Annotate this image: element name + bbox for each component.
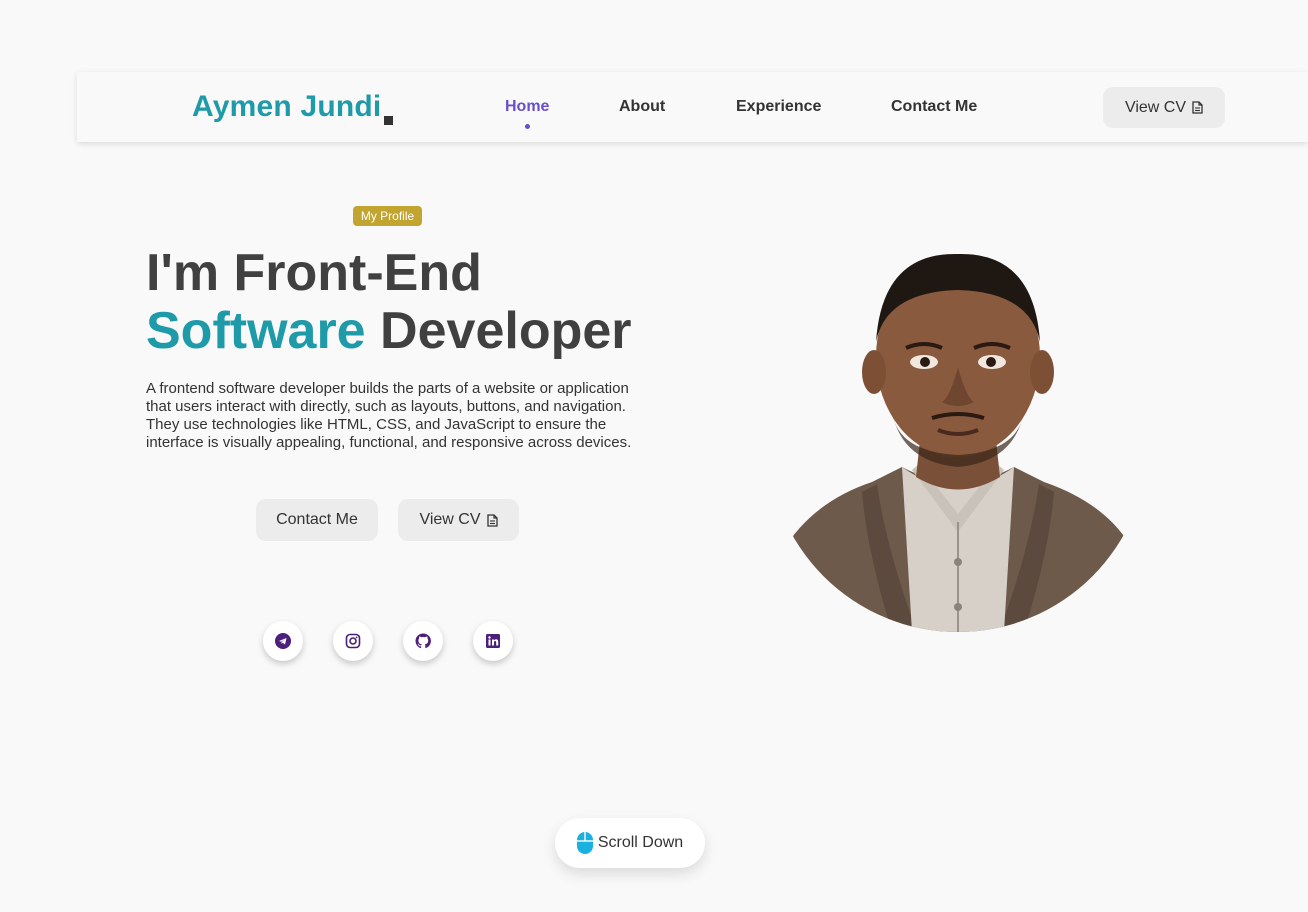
active-indicator — [525, 124, 530, 129]
scroll-down-button[interactable]: Scroll Down — [555, 818, 705, 868]
document-icon — [486, 513, 498, 527]
instagram-link[interactable] — [333, 621, 373, 661]
hero-title-accent: Software — [146, 302, 366, 360]
linkedin-link[interactable] — [473, 621, 513, 661]
nav-view-cv-button[interactable]: View CV — [1103, 87, 1225, 128]
scroll-down-label: Scroll Down — [597, 834, 684, 851]
nav-link-experience[interactable]: Experience — [736, 98, 821, 116]
telegram-link[interactable] — [263, 621, 303, 661]
logo-dot — [384, 116, 393, 125]
nav-link-about[interactable]: About — [619, 98, 665, 116]
nav-link-home[interactable]: Home — [505, 98, 549, 116]
document-icon — [1192, 101, 1203, 114]
hero-title-rest: Developer — [365, 302, 632, 360]
nav-link-contact[interactable]: Contact Me — [891, 98, 977, 116]
nav-view-cv-label: View CV — [1124, 98, 1187, 116]
instagram-icon — [345, 633, 361, 649]
hero-description: A frontend software developer builds the… — [146, 380, 632, 451]
navbar: Aymen Jundi Home About Experience Contac… — [77, 72, 1308, 142]
contact-me-button[interactable]: Contact Me — [256, 499, 378, 541]
hero-title: I'm Front-End Software Developer — [146, 244, 632, 360]
hero-title-line1: I'm Front-End — [146, 244, 482, 302]
github-link[interactable] — [403, 621, 443, 661]
mouse-icon — [576, 832, 593, 854]
github-icon — [415, 633, 431, 649]
linkedin-icon — [486, 634, 500, 648]
logo[interactable]: Aymen Jundi — [192, 90, 381, 124]
hero-view-cv-label: View CV — [419, 511, 481, 528]
profile-badge: My Profile — [353, 206, 422, 226]
profile-photo — [782, 253, 1128, 632]
hero-view-cv-button[interactable]: View CV — [398, 499, 519, 541]
telegram-icon — [275, 633, 291, 649]
